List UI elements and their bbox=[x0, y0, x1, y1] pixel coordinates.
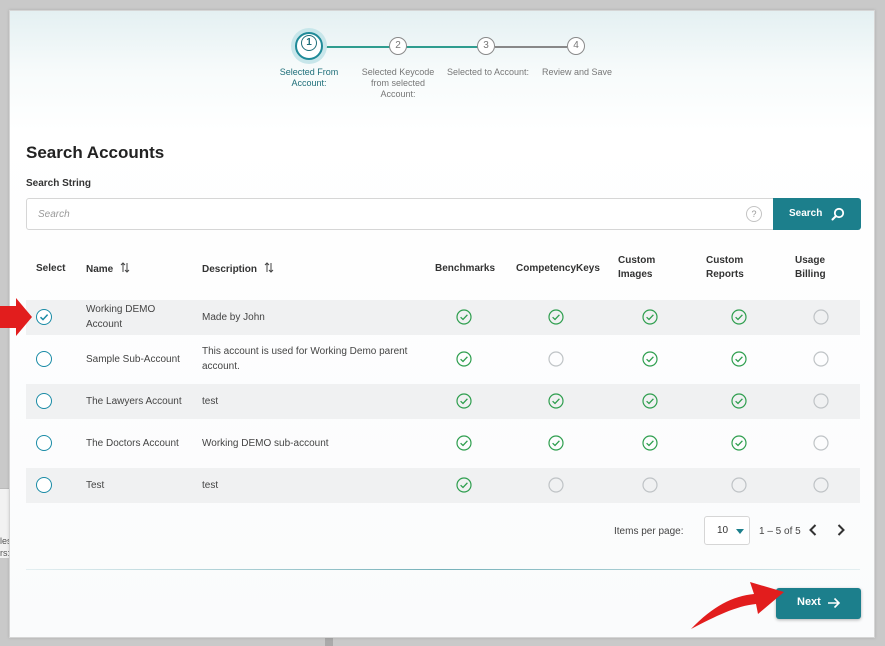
row-usage-billing-empty-icon bbox=[813, 393, 829, 409]
row-select-radio[interactable] bbox=[36, 477, 52, 493]
row-name: The Lawyers Account bbox=[86, 396, 182, 407]
row-description: Working DEMO sub-account bbox=[202, 438, 329, 449]
row-competency-keys-check-icon bbox=[548, 393, 564, 409]
column-usage-billing: Usage Billing bbox=[795, 255, 826, 280]
wizard-stepper: 1 2 3 4 Selected From Account: Selected … bbox=[10, 32, 874, 116]
row-description: Made by John bbox=[202, 312, 265, 323]
row-competency-keys-check-icon bbox=[548, 309, 564, 325]
search-box: ? Search bbox=[26, 198, 861, 230]
search-label: Search String bbox=[26, 178, 92, 189]
table-row[interactable]: Sample Sub-Account This account is used … bbox=[26, 335, 860, 384]
step-connector bbox=[495, 46, 567, 48]
step-2-label: Selected Keycode from selected Account: bbox=[361, 67, 435, 99]
row-benchmarks-check-icon bbox=[456, 435, 472, 451]
search-input[interactable] bbox=[27, 199, 767, 229]
row-custom-images-empty-icon bbox=[642, 477, 658, 493]
row-description: test bbox=[202, 480, 219, 491]
step-3-label: Selected to Account: bbox=[446, 67, 530, 77]
help-icon[interactable]: ? bbox=[746, 206, 762, 222]
step-2[interactable]: 2 bbox=[389, 37, 407, 55]
column-custom-reports: Custom Reports bbox=[706, 255, 744, 280]
items-per-page-label: Items per page: bbox=[614, 526, 684, 537]
search-button[interactable]: Search bbox=[773, 198, 861, 230]
row-custom-reports-check-icon bbox=[731, 435, 747, 451]
row-custom-images-check-icon bbox=[642, 351, 658, 367]
row-name: The Doctors Account bbox=[86, 438, 179, 449]
row-name: Sample Sub-Account bbox=[86, 354, 180, 365]
step-connector bbox=[322, 46, 393, 48]
row-custom-reports-empty-icon bbox=[731, 477, 747, 493]
items-per-page-select[interactable]: 10 bbox=[704, 516, 750, 545]
row-select-radio[interactable] bbox=[36, 351, 52, 367]
chevron-left-icon[interactable] bbox=[807, 523, 819, 537]
row-custom-images-check-icon bbox=[642, 393, 658, 409]
row-name: Working DEMO Account bbox=[86, 304, 156, 330]
sort-icon bbox=[264, 262, 274, 273]
row-custom-images-check-icon bbox=[642, 309, 658, 325]
row-benchmarks-check-icon bbox=[456, 477, 472, 493]
step-1-label: Selected From Account: bbox=[279, 67, 339, 88]
column-competency-keys: CompetencyKeys bbox=[516, 263, 600, 274]
row-usage-billing-empty-icon bbox=[813, 351, 829, 367]
step-4[interactable]: 4 bbox=[567, 37, 585, 55]
row-custom-reports-check-icon bbox=[731, 351, 747, 367]
row-competency-keys-check-icon bbox=[548, 435, 564, 451]
table-row[interactable]: The Lawyers Account test bbox=[26, 384, 860, 419]
next-button[interactable]: Next bbox=[776, 588, 861, 619]
step-4-label: Review and Save bbox=[541, 67, 613, 77]
row-select-radio[interactable] bbox=[36, 393, 52, 409]
row-custom-images-check-icon bbox=[642, 435, 658, 451]
search-icon bbox=[831, 207, 845, 221]
row-benchmarks-check-icon bbox=[456, 393, 472, 409]
row-name: Test bbox=[86, 480, 105, 491]
chevron-right-icon[interactable] bbox=[835, 523, 847, 537]
row-custom-reports-check-icon bbox=[731, 309, 747, 325]
table-header: Select Name Description Benchmarks Compe… bbox=[26, 251, 860, 301]
page-title: Search Accounts bbox=[26, 143, 165, 162]
row-select-radio[interactable] bbox=[36, 309, 52, 325]
table-row[interactable]: The Doctors Account Working DEMO sub-acc… bbox=[26, 419, 860, 468]
arrow-right-icon bbox=[828, 597, 841, 609]
row-competency-keys-empty-icon bbox=[548, 477, 564, 493]
row-custom-reports-check-icon bbox=[731, 393, 747, 409]
step-3[interactable]: 3 bbox=[477, 37, 495, 55]
step-1[interactable]: 1 bbox=[295, 32, 323, 60]
footer-divider bbox=[26, 569, 860, 570]
background-strip bbox=[325, 638, 333, 646]
check-icon bbox=[39, 314, 49, 321]
step-connector bbox=[406, 46, 480, 48]
column-custom-images: Custom Images bbox=[618, 255, 656, 280]
row-usage-billing-empty-icon bbox=[813, 309, 829, 325]
column-name[interactable]: Name bbox=[86, 262, 130, 277]
row-usage-billing-empty-icon bbox=[813, 477, 829, 493]
table-row[interactable]: Working DEMO Account Made by John bbox=[26, 300, 860, 335]
sort-icon bbox=[120, 262, 130, 273]
column-select: Select bbox=[36, 263, 66, 274]
caret-down-icon bbox=[736, 529, 744, 534]
table-row[interactable]: Test test bbox=[26, 468, 860, 503]
row-description: This account is used for Working Demo pa… bbox=[202, 346, 408, 372]
row-description: test bbox=[202, 396, 219, 407]
row-benchmarks-check-icon bbox=[456, 351, 472, 367]
row-competency-keys-empty-icon bbox=[548, 351, 564, 367]
row-usage-billing-empty-icon bbox=[813, 435, 829, 451]
page-range: 1 – 5 of 5 bbox=[759, 526, 801, 537]
wizard-panel: 1 2 3 4 Selected From Account: Selected … bbox=[9, 10, 875, 638]
row-benchmarks-check-icon bbox=[456, 309, 472, 325]
column-benchmarks: Benchmarks bbox=[435, 263, 496, 274]
column-description[interactable]: Description bbox=[202, 262, 274, 277]
row-select-radio[interactable] bbox=[36, 435, 52, 451]
